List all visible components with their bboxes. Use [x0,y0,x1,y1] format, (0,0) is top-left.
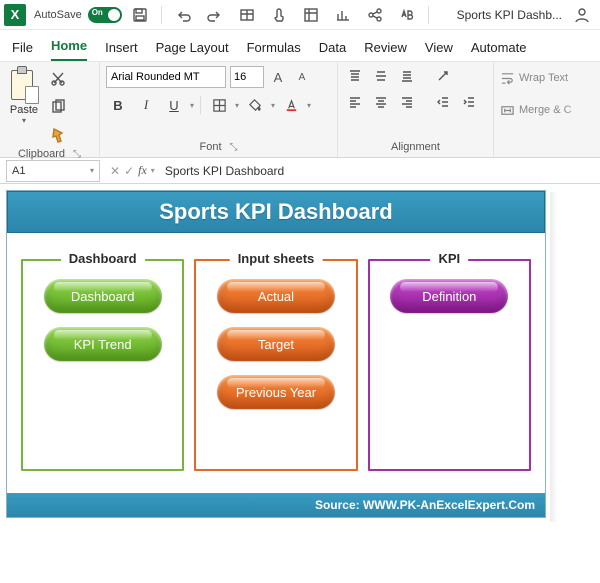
qt-spelling-icon[interactable] [393,2,421,28]
align-left-icon[interactable] [344,92,366,112]
ribbon-tabs: File Home Insert Page Layout Formulas Da… [0,30,600,62]
ribbon: Paste ▾ Clipboard⤡ A A B I U ▾ [0,62,600,158]
group-wrap-merge: Wrap Text Merge & C [494,62,600,157]
clipboard-launcher-icon[interactable]: ⤡ [73,149,81,160]
format-painter-icon[interactable] [46,124,70,146]
account-icon[interactable] [572,5,592,25]
orientation-icon[interactable] [432,66,454,86]
decrease-indent-icon[interactable] [432,92,454,112]
cancel-formula-icon[interactable]: ✕ [110,164,120,178]
font-size-input[interactable] [230,66,264,88]
borders-icon[interactable] [207,94,231,116]
qt-touch-icon[interactable] [265,2,293,28]
group-alignment: Alignment [338,62,494,157]
qt-table-icon[interactable] [233,2,261,28]
align-right-icon[interactable] [396,92,418,112]
panel-legend: Input sheets [230,251,323,266]
undo-icon[interactable] [169,2,197,28]
paste-button[interactable]: Paste ▾ [6,66,42,125]
underline-button[interactable]: U [162,94,186,116]
increase-indent-icon[interactable] [458,92,480,112]
tab-data[interactable]: Data [319,40,346,61]
tab-view[interactable]: View [425,40,453,61]
panel-dashboard: DashboardDashboardKPI Trend [21,259,184,471]
font-color-icon[interactable] [279,94,303,116]
document-title: Sports KPI Dashb... [457,8,568,22]
dashboard-card: Sports KPI Dashboard Dashboard Dashboard K… [6,190,546,518]
fill-color-icon[interactable] [243,94,267,116]
merge-center-button[interactable]: Merge & C [500,98,594,122]
paste-icon [9,66,39,104]
tab-file[interactable]: File [12,40,33,61]
name-box[interactable]: A1 ▾ [6,160,100,182]
qt-pivot-icon[interactable] [297,2,325,28]
font-launcher-icon[interactable]: ⤡ [230,142,238,153]
copy-icon[interactable] [46,96,70,118]
dashboard-title: Sports KPI Dashboard [7,191,545,233]
nav-button-kpi-trend[interactable]: KPI Trend [44,327,162,361]
group-label-alignment: Alignment [391,141,440,153]
wrap-text-button[interactable]: Wrap Text [500,66,594,90]
dashboard-footer: Source: WWW.PK-AnExcelExpert.Com [7,493,545,517]
qt-share-icon[interactable] [361,2,389,28]
nav-button-actual[interactable]: Actual [217,279,335,313]
formula-input[interactable] [159,160,600,182]
autosave-label: AutoSave [34,9,82,21]
nav-button-definition[interactable]: Definition [390,279,508,313]
qt-chart-icon[interactable] [329,2,357,28]
italic-button[interactable]: I [134,94,158,116]
tab-automate[interactable]: Automate [471,40,527,61]
title-bar: X AutoSave On Sports KPI Dashb... [0,0,600,30]
panel-input-sheets: Input sheetsActualTargetPrevious Year [194,259,357,471]
align-bottom-icon[interactable] [396,66,418,86]
nav-button-target[interactable]: Target [217,327,335,361]
shrink-font-icon[interactable]: A [292,72,312,83]
cut-icon[interactable] [46,68,70,90]
nav-button-dashboard[interactable]: Dashboard [44,279,162,313]
autosave-toggle[interactable]: On [88,7,122,23]
group-font: A A B I U ▾ ▾ ▾ ▾ Font⤡ [100,62,338,157]
group-clipboard: Paste ▾ Clipboard ⤡ [0,62,100,157]
tab-home[interactable]: Home [51,38,87,61]
group-label-font: Font [199,141,221,153]
worksheet-area[interactable]: Sports KPI Dashboard Dashboard Dashboard K… [0,184,600,582]
nav-button-previous-year[interactable]: Previous Year [217,375,335,409]
bold-button[interactable]: B [106,94,130,116]
tab-page-layout[interactable]: Page Layout [156,40,229,61]
excel-logo-icon: X [4,4,26,26]
fx-icon[interactable]: fx [138,163,147,178]
panel-legend: Dashboard [61,251,145,266]
panel-legend: KPI [430,251,468,266]
tab-insert[interactable]: Insert [105,40,138,61]
panel-kpi: KPIDefinition [368,259,531,471]
redo-icon[interactable] [201,2,229,28]
enter-formula-icon[interactable]: ✓ [124,164,134,178]
align-center-icon[interactable] [370,92,392,112]
tab-formulas[interactable]: Formulas [247,40,301,61]
align-middle-icon[interactable] [370,66,392,86]
group-label-clipboard: Clipboard [18,148,65,160]
align-top-icon[interactable] [344,66,366,86]
tab-review[interactable]: Review [364,40,407,61]
grow-font-icon[interactable]: A [268,70,288,85]
save-icon[interactable] [126,2,154,28]
font-name-input[interactable] [106,66,226,88]
